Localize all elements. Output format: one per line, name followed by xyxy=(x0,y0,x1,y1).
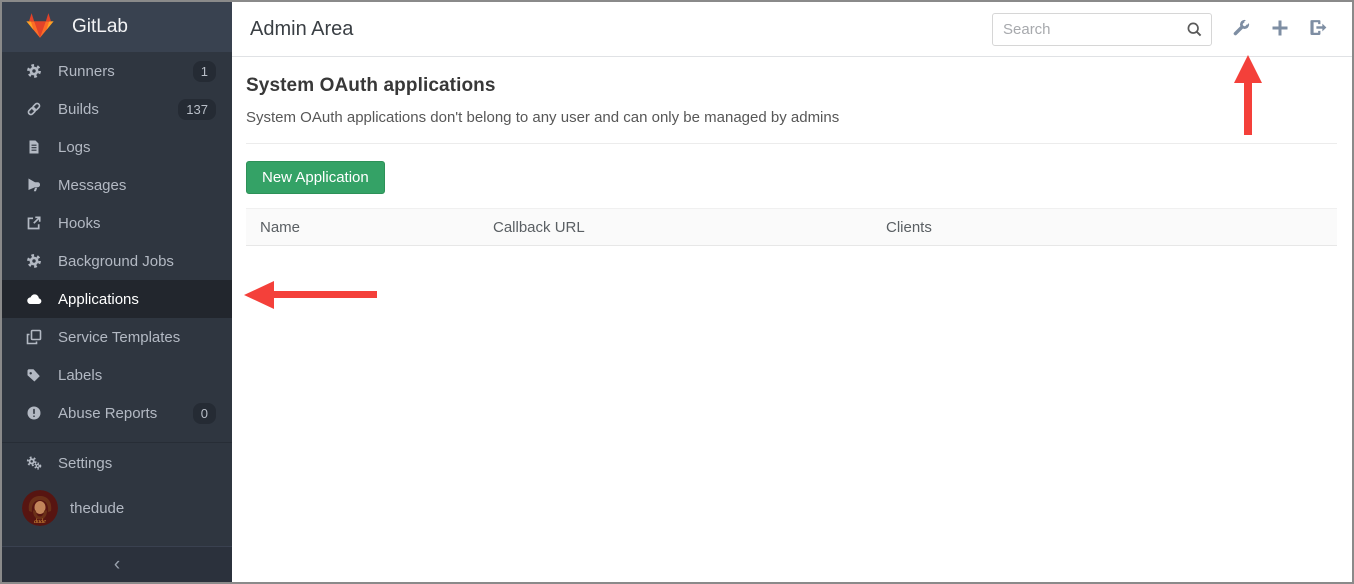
sidebar-item-label: Abuse Reports xyxy=(58,405,157,422)
chevron-left-icon: ‹ xyxy=(114,554,120,576)
file-text-icon xyxy=(26,139,42,155)
applications-table-header: Name Callback URL Clients xyxy=(246,208,1337,246)
header-controls xyxy=(992,9,1338,49)
sidebar-item-background-jobs[interactable]: Background Jobs xyxy=(2,242,232,280)
main-header: Admin Area xyxy=(232,2,1352,57)
sidebar-item-label: Service Templates xyxy=(58,329,180,346)
content: System OAuth applications System OAuth a… xyxy=(232,57,1352,246)
sidebar-item-labels[interactable]: Labels xyxy=(2,356,232,394)
column-header-callback-url: Callback URL xyxy=(479,219,872,236)
sidebar-item-label: Messages xyxy=(58,177,126,194)
gear-icon xyxy=(26,253,42,269)
sidebar-item-label: Applications xyxy=(58,291,139,308)
sidebar-item-label: Logs xyxy=(58,139,91,156)
sidebar-item-label: Background Jobs xyxy=(58,253,174,270)
chain-icon xyxy=(26,101,42,117)
content-divider xyxy=(246,143,1337,144)
sidebar-item-messages[interactable]: Messages xyxy=(2,166,232,204)
sidebar-collapse-toggle[interactable]: ‹ xyxy=(2,546,232,582)
external-link-icon xyxy=(26,215,42,231)
new-admin-button[interactable] xyxy=(1260,9,1299,49)
gitlab-logo-icon xyxy=(25,11,55,44)
gear-icon xyxy=(26,63,42,79)
user-avatar: dude xyxy=(22,490,58,526)
runners-count-badge: 1 xyxy=(193,61,216,82)
sidebar-divider xyxy=(2,442,232,443)
svg-text:dude: dude xyxy=(34,519,46,525)
sidebar-item-hooks[interactable]: Hooks xyxy=(2,204,232,242)
brand-name: GitLab xyxy=(72,16,128,38)
section-description: System OAuth applications don't belong t… xyxy=(246,109,1337,126)
sidebar: GitLab Runners 1 xyxy=(2,2,232,582)
plus-icon xyxy=(1270,18,1290,41)
new-application-button[interactable]: New Application xyxy=(246,161,385,194)
sidebar-item-label: Builds xyxy=(58,101,99,118)
username: thedude xyxy=(70,500,124,517)
search-input[interactable] xyxy=(992,13,1212,46)
builds-count-badge: 137 xyxy=(178,99,216,120)
main-area: Admin Area xyxy=(232,2,1352,582)
sidebar-item-builds[interactable]: Builds 137 xyxy=(2,90,232,128)
sidebar-item-abuse-reports[interactable]: Abuse Reports 0 xyxy=(2,394,232,432)
brand-link[interactable]: GitLab xyxy=(2,2,232,52)
page-title: Admin Area xyxy=(250,18,353,41)
copy-icon xyxy=(26,329,42,345)
sidebar-item-label: Labels xyxy=(58,367,102,384)
admin-wrench-button[interactable] xyxy=(1221,9,1260,49)
sidebar-item-label: Runners xyxy=(58,63,115,80)
exclamation-circle-icon xyxy=(26,405,42,421)
sidebar-item-service-templates[interactable]: Service Templates xyxy=(2,318,232,356)
section-heading: System OAuth applications xyxy=(246,75,1337,97)
cogs-icon xyxy=(26,455,42,471)
sidebar-item-settings[interactable]: Settings xyxy=(2,444,232,482)
bullhorn-icon xyxy=(26,177,42,193)
gitlab-admin-screen: GitLab Runners 1 xyxy=(0,0,1354,584)
sidebar-nav: Runners 1 Builds 137 xyxy=(2,52,232,432)
cloud-icon xyxy=(26,291,42,307)
tag-icon xyxy=(26,367,42,383)
sidebar-item-applications[interactable]: Applications xyxy=(2,280,232,318)
abuse-reports-count-badge: 0 xyxy=(193,403,216,424)
sidebar-item-user-profile[interactable]: dude thedude xyxy=(2,482,232,534)
sidebar-item-label: Settings xyxy=(58,455,112,472)
sidebar-item-logs[interactable]: Logs xyxy=(2,128,232,166)
column-header-clients: Clients xyxy=(872,219,1337,236)
wrench-icon xyxy=(1230,17,1252,42)
search-box xyxy=(992,13,1212,46)
sidebar-item-label: Hooks xyxy=(58,215,101,232)
column-header-name: Name xyxy=(246,219,479,236)
sign-out-icon xyxy=(1308,17,1329,41)
sign-out-button[interactable] xyxy=(1299,9,1338,49)
sidebar-item-runners[interactable]: Runners 1 xyxy=(2,52,232,90)
